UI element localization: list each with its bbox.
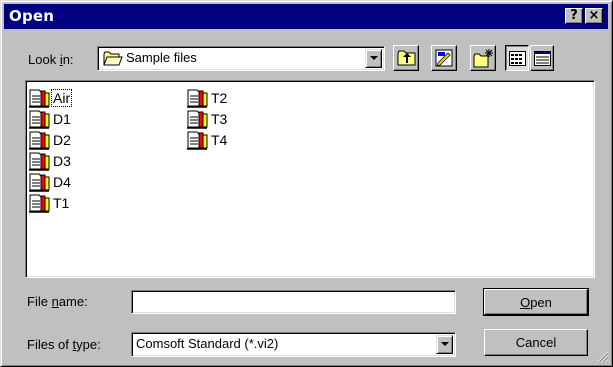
list-item[interactable]: D1 <box>28 109 72 129</box>
document-icon <box>187 110 208 129</box>
file-name-input[interactable] <box>131 290 456 314</box>
document-icon <box>29 194 50 213</box>
list-view-button[interactable] <box>505 45 529 71</box>
resize-grip-icon[interactable] <box>597 351 609 363</box>
look-in-label: Look in: <box>28 52 74 67</box>
title-bar[interactable]: Open ? × <box>4 4 608 29</box>
open-button[interactable]: Open <box>483 288 589 316</box>
list-item[interactable]: T3 <box>186 109 228 129</box>
close-button[interactable]: × <box>585 8 603 24</box>
desktop-button[interactable] <box>431 45 457 71</box>
details-view-button[interactable] <box>530 45 554 71</box>
list-item[interactable]: T4 <box>186 130 228 150</box>
document-icon <box>187 131 208 150</box>
files-of-type-select[interactable]: Comsoft Standard (*.vi2) <box>131 332 456 357</box>
new-folder-icon <box>473 49 493 68</box>
details-view-icon <box>534 51 551 66</box>
file-name-label: File name: <box>27 294 88 309</box>
list-view-icon <box>509 51 526 66</box>
document-icon <box>29 131 50 150</box>
open-dialog: Open ? × Look in: Sample files Air D1 D2… <box>0 0 613 367</box>
folder-icon <box>103 51 123 66</box>
look-in-dropdown-button[interactable] <box>365 49 382 68</box>
files-of-type-dropdown-button[interactable] <box>436 335 453 354</box>
folder-up-icon <box>397 50 416 66</box>
document-icon <box>29 152 50 171</box>
document-icon <box>29 89 50 108</box>
desktop-icon <box>435 49 453 67</box>
look-in-value: Sample files <box>126 50 197 65</box>
window-title: Open <box>9 7 55 25</box>
up-one-level-button[interactable] <box>393 45 419 71</box>
list-item[interactable]: D4 <box>28 172 72 192</box>
list-item[interactable]: D2 <box>28 130 72 150</box>
document-icon <box>29 173 50 192</box>
help-button[interactable]: ? <box>565 8 583 24</box>
files-of-type-label: Files of type: <box>27 337 101 352</box>
list-item[interactable]: Air <box>28 88 73 108</box>
list-item[interactable]: T1 <box>28 193 70 213</box>
look-in-combobox[interactable]: Sample files <box>97 46 385 71</box>
list-item[interactable]: D3 <box>28 151 72 171</box>
new-folder-button[interactable] <box>470 45 496 71</box>
list-item[interactable]: T2 <box>186 88 228 108</box>
document-icon <box>187 89 208 108</box>
cancel-button[interactable]: Cancel <box>484 329 588 356</box>
file-list[interactable]: Air D1 D2 D3 D4 T1 T2 T3 T4 <box>25 80 595 278</box>
document-icon <box>29 110 50 129</box>
